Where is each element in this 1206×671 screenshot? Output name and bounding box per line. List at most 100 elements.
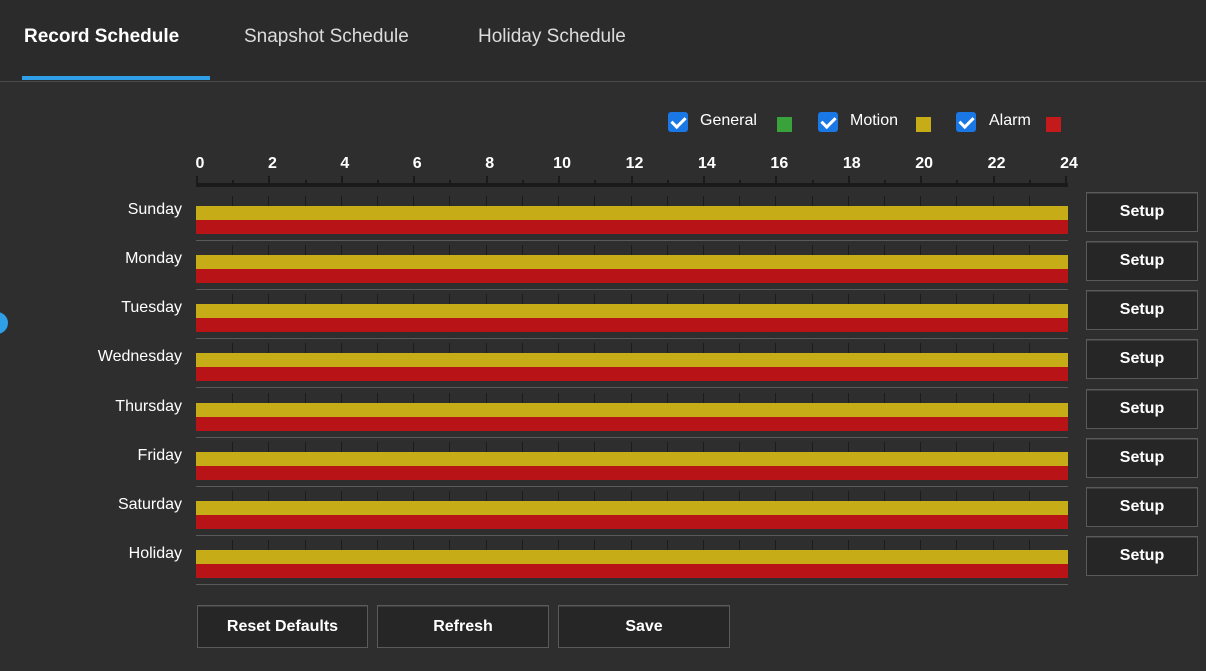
motion-schedule-bar[interactable] [196,255,1068,269]
hour-gridline [304,343,306,353]
side-panel-handle[interactable] [0,312,8,334]
axis-tick [1065,176,1067,186]
general-checkbox[interactable] [668,112,688,132]
motion-schedule-bar[interactable] [196,353,1068,367]
hour-gridline [232,294,234,304]
day-schedule-track[interactable] [196,245,1068,283]
hour-gridline [268,196,270,206]
tab-snapshot-schedule[interactable]: Snapshot Schedule [244,26,409,82]
axis-tick [920,176,923,186]
day-schedule-track[interactable] [196,196,1068,234]
hour-gridline [956,196,958,206]
hour-gridline [847,540,849,550]
hour-gridline [956,294,958,304]
hour-gridline [630,245,632,255]
tab-record-schedule[interactable]: Record Schedule [24,26,179,82]
alarm-schedule-bar[interactable] [196,220,1068,234]
day-label: Wednesday [97,348,182,365]
alarm-schedule-bar[interactable] [196,367,1068,381]
alarm-checkbox[interactable] [956,112,976,132]
hour-gridline [521,540,523,550]
alarm-schedule-bar[interactable] [196,466,1068,480]
hour-gridline [883,294,885,304]
hour-gridline [847,196,849,206]
axis-hour-label: 18 [842,155,861,172]
alarm-schedule-bar[interactable] [196,269,1068,283]
hour-gridline [413,294,415,304]
hour-gridline [992,294,994,304]
hour-gridline [232,343,234,353]
day-schedule-track[interactable] [196,442,1068,480]
hour-gridline [521,196,523,206]
axis-tick [268,176,271,186]
hour-gridline [449,393,451,403]
hour-gridline [956,540,958,550]
hour-gridline [847,442,849,452]
alarm-schedule-bar[interactable] [196,564,1068,578]
refresh-button[interactable]: Refresh [377,605,549,648]
hour-gridline [413,393,415,403]
hour-gridline [811,245,813,255]
alarm-schedule-bar[interactable] [196,318,1068,332]
hour-gridline [775,491,777,501]
setup-button[interactable]: Setup [1086,389,1198,429]
hour-gridline [340,294,342,304]
hour-gridline [594,343,596,353]
hour-gridline [1028,491,1030,501]
day-schedule-track[interactable] [196,343,1068,381]
hour-gridline [485,491,487,501]
row-separator [196,584,1068,585]
hour-gridline [739,196,741,206]
motion-schedule-bar[interactable] [196,452,1068,466]
setup-button[interactable]: Setup [1086,192,1198,232]
axis-tick [775,176,778,186]
setup-button[interactable]: Setup [1086,290,1198,330]
setup-button[interactable]: Setup [1086,487,1198,527]
setup-button[interactable]: Setup [1086,536,1198,576]
hour-gridline [702,393,704,403]
hour-gridline [413,442,415,452]
hour-gridline [594,442,596,452]
motion-schedule-bar[interactable] [196,206,1068,220]
axis-tick [232,180,235,186]
day-schedule-track[interactable] [196,393,1068,431]
axis-hour-label: 8 [485,155,495,172]
reset-defaults-button[interactable]: Reset Defaults [197,605,368,648]
setup-button[interactable]: Setup [1086,339,1198,379]
axis-tick [449,180,452,186]
motion-schedule-bar[interactable] [196,501,1068,515]
motion-checkbox[interactable] [818,112,838,132]
hour-gridline [1028,393,1030,403]
motion-schedule-bar[interactable] [196,550,1068,564]
alarm-schedule-bar[interactable] [196,515,1068,529]
alarm-schedule-bar[interactable] [196,417,1068,431]
hour-gridline [449,491,451,501]
axis-tick [811,180,814,186]
hour-gridline [702,491,704,501]
motion-schedule-bar[interactable] [196,403,1068,417]
day-schedule-track[interactable] [196,491,1068,529]
day-label: Holiday [128,545,182,562]
axis-tick [485,176,488,186]
day-schedule-track[interactable] [196,540,1068,578]
hour-gridline [1028,294,1030,304]
hour-gridline [232,245,234,255]
hour-gridline [775,245,777,255]
hour-gridline [340,491,342,501]
day-schedule-track[interactable] [196,294,1068,332]
axis-hour-label: 0 [195,155,205,172]
hour-gridline [521,245,523,255]
general-color-swatch [777,117,792,132]
hour-gridline [377,245,379,255]
hour-gridline [811,442,813,452]
setup-button[interactable]: Setup [1086,438,1198,478]
hour-gridline [666,491,668,501]
hour-gridline [992,540,994,550]
tab-holiday-schedule[interactable]: Holiday Schedule [478,26,626,82]
motion-schedule-bar[interactable] [196,304,1068,318]
save-button[interactable]: Save [558,605,730,648]
hour-gridline [956,343,958,353]
hour-gridline [630,294,632,304]
hour-gridline [702,540,704,550]
setup-button[interactable]: Setup [1086,241,1198,281]
